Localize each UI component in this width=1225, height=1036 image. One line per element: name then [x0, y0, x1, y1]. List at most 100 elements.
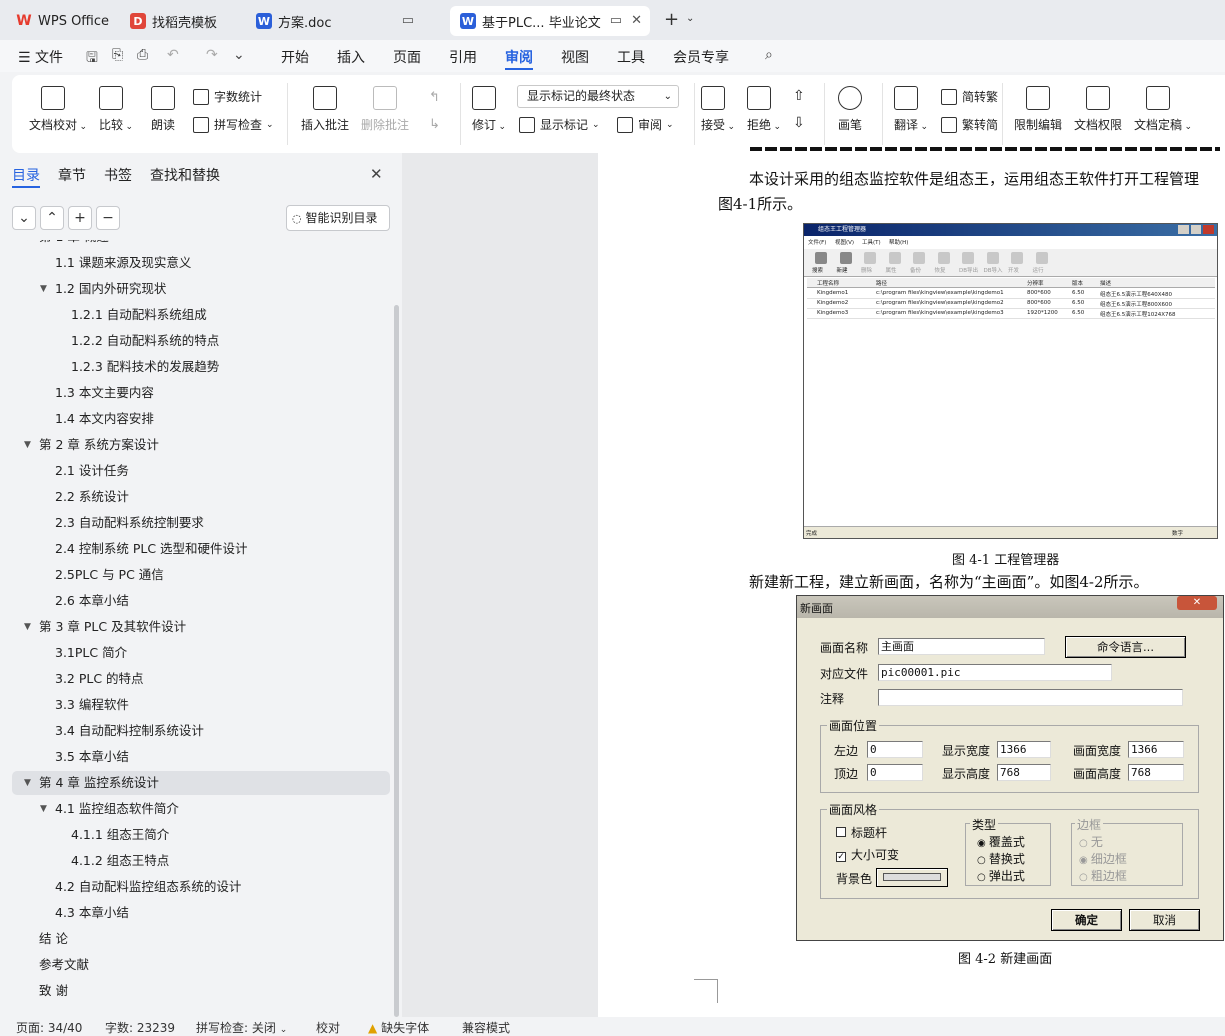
tab-thesis[interactable]: W 基于PLC... 毕业论文 ▭ ✕	[450, 6, 650, 36]
toc-item[interactable]: 2.5PLC 与 PC 通信	[12, 563, 390, 587]
share-icon[interactable]: ⎘	[112, 47, 123, 63]
reject-button[interactable]: 拒绝 ⌄	[747, 86, 781, 133]
expand-triangle-icon[interactable]: ▼	[24, 240, 31, 249]
toc-item[interactable]: ▼ 第 2 章 系统方案设计	[12, 433, 390, 457]
delete-comment-button[interactable]: 删除批注	[361, 86, 409, 133]
status-word-count[interactable]: 字数: 23239	[105, 1019, 175, 1036]
toc-item[interactable]: 3.1PLC 简介	[12, 641, 390, 665]
toc-item[interactable]: 1.2.2 自动配料系统的特点	[12, 329, 390, 353]
smart-toc-button[interactable]: ◌ 智能识别目录	[286, 205, 390, 231]
save-icon[interactable]: 🖫	[86, 47, 98, 71]
expand-icon[interactable]: ⌄	[12, 206, 36, 230]
expand-triangle-icon[interactable]: ▼	[24, 615, 31, 639]
doc-finalize-button[interactable]: 文档定稿 ⌄	[1134, 86, 1192, 133]
revise-button[interactable]: 修订 ⌄	[472, 86, 506, 133]
markup-state-select[interactable]: 显示标记的最终状态 ⌄	[517, 85, 679, 108]
menu-start[interactable]: 开始	[281, 47, 309, 67]
translate-button[interactable]: 翻译 ⌄	[894, 86, 928, 133]
compare-button[interactable]: 比较 ⌄	[99, 86, 133, 133]
toc-item[interactable]: 致 谢	[12, 979, 390, 1003]
show-markup-button[interactable]: 显示标记 ⌄	[519, 116, 600, 133]
search-icon[interactable]: ⌕	[765, 47, 773, 63]
toc-item[interactable]: 2.6 本章小结	[12, 589, 390, 613]
toc-item[interactable]: ▼ 第 4 章 监控系统设计	[12, 771, 390, 795]
tab-wps-office[interactable]: W WPS Office	[6, 6, 114, 36]
next-change-icon[interactable]: ⇩	[793, 115, 805, 131]
close-pane-icon[interactable]: ✕	[370, 165, 383, 183]
accept-button[interactable]: 接受 ⌄	[701, 86, 735, 133]
prev-comment-icon[interactable]: ↰	[429, 90, 440, 105]
toc-item[interactable]: 2.1 设计任务	[12, 459, 390, 483]
next-comment-icon[interactable]: ↳	[429, 117, 440, 132]
menu-tools[interactable]: 工具	[617, 47, 645, 67]
toc-item[interactable]: 4.1.2 组态王特点	[12, 849, 390, 873]
toc-item[interactable]: 4.1.1 组态王简介	[12, 823, 390, 847]
toc-item[interactable]: 3.3 编程软件	[12, 693, 390, 717]
doc-permission-button[interactable]: 文档权限	[1074, 86, 1122, 133]
nav-tab-chapters[interactable]: 章节	[58, 165, 86, 185]
menu-member[interactable]: 会员专享	[673, 47, 729, 67]
toc-item[interactable]: 2.4 控制系统 PLC 选型和硬件设计	[12, 537, 390, 561]
toc-item[interactable]: ▼ 1.2 国内外研究现状	[12, 277, 390, 301]
toc-item[interactable]: 1.2.3 配料技术的发展趋势	[12, 355, 390, 379]
toc-item[interactable]: ▼ 4.1 监控组态软件简介	[12, 797, 390, 821]
toc-item[interactable]: ▼ 第 3 章 PLC 及其软件设计	[12, 615, 390, 639]
restrict-edit-button[interactable]: 限制编辑	[1014, 86, 1062, 133]
read-aloud-button[interactable]: 朗读	[151, 86, 175, 133]
more-chevron-icon[interactable]: ⌄	[233, 47, 245, 63]
toc-item[interactable]: 3.4 自动配料控制系统设计	[12, 719, 390, 743]
pen-button[interactable]: 画笔	[838, 86, 862, 133]
toc-item[interactable]: 1.3 本文主要内容	[12, 381, 390, 405]
file-menu[interactable]: ☰ 文件	[18, 47, 63, 67]
toc-item[interactable]: 4.2 自动配料监控组态系统的设计	[12, 875, 390, 899]
menu-reference[interactable]: 引用	[449, 47, 477, 67]
word-count-button[interactable]: 字数统计	[193, 88, 262, 105]
menu-review[interactable]: 审阅	[505, 47, 533, 67]
print-preview-icon[interactable]: ⎙	[137, 47, 148, 63]
redo-icon[interactable]: ↷	[206, 47, 218, 63]
toc-item[interactable]: 3.5 本章小结	[12, 745, 390, 769]
chevron-down-icon[interactable]: ⌄	[686, 13, 694, 24]
toc-item[interactable]: 参考文献	[12, 953, 390, 977]
toc-item[interactable]: 2.2 系统设计	[12, 485, 390, 509]
toc-item[interactable]: 结 论	[12, 927, 390, 951]
menu-insert[interactable]: 插入	[337, 47, 365, 67]
toc-item[interactable]: 4.3 本章小结	[12, 901, 390, 925]
prev-change-icon[interactable]: ⇧	[793, 88, 805, 104]
spell-check-button[interactable]: 拼写检查 ⌄	[193, 116, 274, 133]
to-simplified-button[interactable]: 繁转简	[941, 116, 998, 133]
menu-page[interactable]: 页面	[393, 47, 421, 67]
window-icon[interactable]: ▭	[610, 13, 622, 28]
tab-fangan-doc[interactable]: W 方案.doc ▭	[246, 6, 444, 36]
status-missing-font[interactable]: ▲ 缺失字体	[368, 1019, 429, 1036]
status-page[interactable]: 页面: 34/40	[16, 1019, 82, 1036]
toc-item[interactable]: 1.1 课题来源及现实意义	[12, 251, 390, 275]
undo-icon[interactable]: ↶	[167, 47, 179, 63]
close-tab-icon[interactable]: ✕	[631, 13, 642, 28]
status-proofread[interactable]: 校对	[316, 1019, 340, 1036]
toc-item[interactable]: 1.4 本文内容安排	[12, 407, 390, 431]
expand-triangle-icon[interactable]: ▼	[24, 771, 31, 795]
nav-tab-bookmarks[interactable]: 书签	[104, 165, 132, 185]
toc-item[interactable]: 2.3 自动配料系统控制要求	[12, 511, 390, 535]
review-pane-button[interactable]: 审阅 ⌄	[617, 116, 674, 133]
menu-view[interactable]: 视图	[561, 47, 589, 67]
remove-heading-icon[interactable]: −	[96, 206, 120, 230]
toc-item[interactable]: 1.2.1 自动配料系统组成	[12, 303, 390, 327]
window-icon[interactable]: ▭	[402, 13, 414, 28]
toc-item[interactable]: 3.2 PLC 的特点	[12, 667, 390, 691]
doc-check-button[interactable]: 文档校对 ⌄	[29, 86, 87, 133]
toc-item[interactable]: ▼ 第 1 章 概述	[12, 240, 390, 249]
insert-comment-button[interactable]: 插入批注	[301, 86, 349, 133]
tab-templates[interactable]: D 找稻壳模板	[120, 6, 240, 36]
add-heading-icon[interactable]: +	[68, 206, 92, 230]
collapse-icon[interactable]: ⌃	[40, 206, 64, 230]
nav-tab-toc[interactable]: 目录	[12, 165, 40, 185]
status-spell-check[interactable]: 拼写检查: 关闭 ⌄	[196, 1019, 287, 1036]
nav-scrollbar[interactable]	[394, 305, 399, 1017]
new-tab-icon[interactable]: +	[664, 9, 679, 30]
nav-tab-find-replace[interactable]: 查找和替换	[150, 165, 220, 185]
expand-triangle-icon[interactable]: ▼	[40, 277, 47, 301]
expand-triangle-icon[interactable]: ▼	[40, 797, 47, 821]
to-traditional-button[interactable]: 简转繁	[941, 88, 998, 105]
